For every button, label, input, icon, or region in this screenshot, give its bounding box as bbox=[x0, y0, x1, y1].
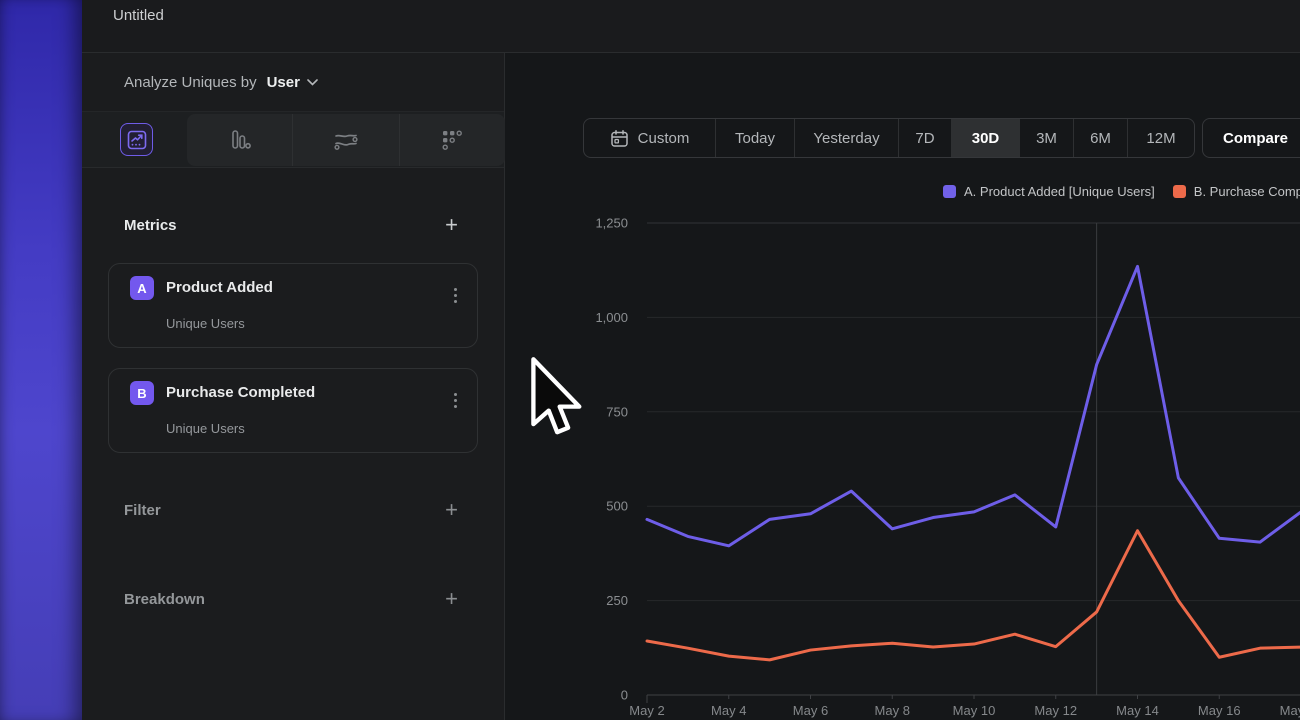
svg-text:1,250: 1,250 bbox=[595, 216, 628, 231]
add-metric-button[interactable]: + bbox=[445, 216, 458, 234]
left-gradient-strip bbox=[0, 0, 82, 720]
svg-text:750: 750 bbox=[606, 404, 628, 419]
report-type-tabs bbox=[82, 112, 504, 168]
metrics-header: Metrics + bbox=[124, 216, 458, 234]
svg-text:May 4: May 4 bbox=[711, 703, 746, 718]
chevron-down-icon bbox=[307, 79, 318, 86]
svg-text:May 18: May 18 bbox=[1280, 703, 1300, 718]
retention-dots-icon bbox=[440, 128, 464, 152]
analyze-entity-selector[interactable]: User bbox=[267, 74, 318, 91]
breakdown-title: Breakdown bbox=[124, 591, 205, 608]
svg-text:250: 250 bbox=[606, 593, 628, 608]
report-title[interactable]: Untitled bbox=[113, 7, 164, 24]
funnel-bars-icon bbox=[228, 128, 252, 152]
metric-options-kebab-icon[interactable] bbox=[450, 284, 461, 307]
top-bar: Untitled bbox=[82, 0, 1300, 53]
tab-funnels[interactable] bbox=[187, 114, 292, 166]
analyze-label: Analyze Uniques by bbox=[124, 74, 257, 91]
svg-text:0: 0 bbox=[621, 688, 628, 703]
metric-name: Product Added bbox=[166, 279, 273, 296]
svg-text:May 16: May 16 bbox=[1198, 703, 1241, 718]
add-filter-button[interactable]: + bbox=[445, 501, 458, 519]
svg-text:May 2: May 2 bbox=[629, 703, 664, 718]
metric-measure[interactable]: Unique Users bbox=[166, 421, 245, 436]
metric-measure[interactable]: Unique Users bbox=[166, 316, 245, 331]
analyze-row: Analyze Uniques by User bbox=[82, 53, 504, 112]
trend-line-chart[interactable]: 0 250 500 750 1,000 1,250 May 2 May 4 May 6 May 8… bbox=[505, 53, 1300, 720]
metric-card-b[interactable]: B Purchase Completed Unique Users bbox=[108, 368, 478, 453]
svg-text:May 12: May 12 bbox=[1034, 703, 1077, 718]
metrics-title: Metrics bbox=[124, 217, 177, 234]
tab-insights[interactable] bbox=[120, 123, 153, 156]
analytics-app: Untitled Analyze Uniques by User bbox=[0, 0, 1300, 720]
metric-options-kebab-icon[interactable] bbox=[450, 389, 461, 412]
filter-title: Filter bbox=[124, 502, 161, 519]
svg-text:May 6: May 6 bbox=[793, 703, 828, 718]
line-chart-icon bbox=[127, 130, 147, 150]
add-breakdown-button[interactable]: + bbox=[445, 590, 458, 608]
svg-text:May 14: May 14 bbox=[1116, 703, 1159, 718]
analyze-entity-value: User bbox=[267, 74, 300, 91]
breakdown-header: Breakdown + bbox=[124, 590, 458, 608]
tab-retention[interactable] bbox=[399, 114, 505, 166]
tab-flows[interactable] bbox=[292, 114, 398, 166]
svg-text:May 10: May 10 bbox=[953, 703, 996, 718]
report-type-tab-group bbox=[187, 114, 505, 166]
chart-panel: Custom Today Yesterday 7D 30D 3M 6M 12M … bbox=[505, 53, 1300, 720]
filter-header: Filter + bbox=[124, 501, 458, 519]
svg-text:1,000: 1,000 bbox=[595, 310, 628, 325]
metric-letter-badge: A bbox=[130, 276, 154, 300]
svg-text:500: 500 bbox=[606, 499, 628, 514]
svg-text:May 8: May 8 bbox=[875, 703, 910, 718]
query-sidebar: Analyze Uniques by User bbox=[82, 53, 505, 720]
flows-icon bbox=[333, 128, 359, 152]
metric-letter-badge: B bbox=[130, 381, 154, 405]
metric-name: Purchase Completed bbox=[166, 384, 315, 401]
metric-card-a[interactable]: A Product Added Unique Users bbox=[108, 263, 478, 348]
